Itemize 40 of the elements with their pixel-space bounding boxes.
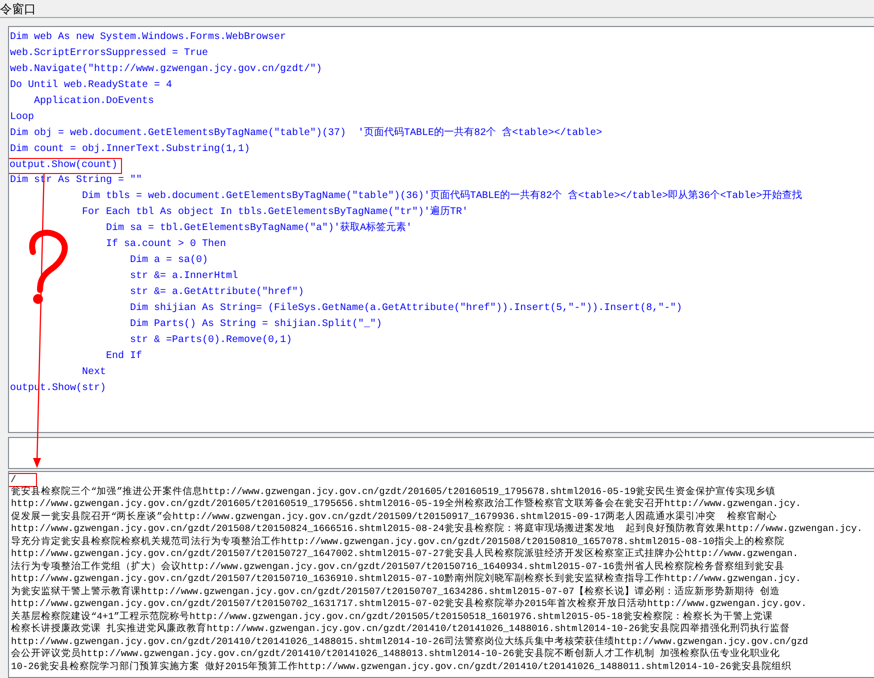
output-line: 检察长讲授廉政党课 扎实推进党风廉政教育http://www.gzwengan.jcy.gov.cn/gzdt/201410/t20141026_1488016.shtml2014-10-26瓮安县院四举措强化刑罚执行监督 [11,623,790,636]
output-line: http://www.gzwengan.jcy.gov.cn/gzdt/201605/t20160519_1795656.shtml2016-05-19全州检察政治工作暨检察官文联筹备会在瓮安召开http://www.gzwengan.jcy. [11,498,802,510]
question-mark-drawing [29,230,68,293]
code-line: Next [82,367,106,379]
code-line: Dim Parts() As String = shijian.Split("_") [130,319,382,331]
output-line: 导充分肯定瓮安县检察院检察机关规范司法行为专项整治工作http://www.gzwengan.jcy.gov.cn/gzdt/201508/t20150810_1657078.shtml2015-08-10指尖上的检察院 [11,536,784,548]
output-line: http://www.gzwengan.jcy.gov.cn/gzdt/201507/t20150710_1636910.shtml2015-07-10黔南州院刘晓军副检察长到瓮安监狱检查指导工作http://www.gzwengan.jcy. [11,573,802,586]
output-line: http://www.gzwengan.jcy.gov.cn/gzdt/201507/t20150702_1631717.shtml2015-07-02瓮安县检察院举办2015年首次检察开放日活动http://www.gzwengan.jcy.gov. [11,598,807,610]
output-line: 会公开评议党员http://www.gzwengan.jcy.gov.cn/gzdt/201410/t20141026_1488013.shtml2014-10-26瓮安县院不断创新人才工作机制 加强检察队伍专业化职业化 [11,648,780,660]
output-line: 为瓮安监狱干警上警示教育课http://www.gzwengan.jcy.gov.cn/gzdt/201507/t20150707_1634286.shtml2015-07-07【检察长说】谭必刚：适应新形势新期待 创造 [11,586,780,598]
code-editor[interactable] [8,26,874,433]
output-line: 10-26瓮安县检察院学习部门预算实施方案 做好2015年预算工作http://www.gzwengan.jcy.gov.cn/gzdt/201410/t20141026_1488011.shtml2014-10-26瓮安县院组织 [11,660,792,673]
output-line: 法行为专项整治工作党组（扩大）会议http://www.gzwengan.jcy.gov.cn/gzdt/201507/t20150716_1640934.shtml2015-07-16贵州省人民检察院检务督察组到瓮安县 [11,560,784,573]
code-line: Dim a = sa(0) [130,255,208,267]
output-line: 关基层检察院建设“4+1”工程示范院称号http://www.gzwengan.jcy.gov.cn/gzdt/201505/t20150518_1601976.shtml2015-05-18瓮安检察院：检察长为干警上党课 [11,610,773,622]
code-line: End If [106,351,142,363]
output-line: http://www.gzwengan.jcy.gov.cn/gzdt/201508/t20150824_1666516.shtml2015-08-24瓮安县检察院：将庭审现场搬进案发地 起到良好预防教育效果http://www.gzwengan.jcy. [11,523,862,536]
code-line: Dim web As new System.Windows.Forms.WebBrowser [10,32,286,44]
input-field[interactable] [8,437,874,469]
code-line: str & =Parts(0).Remove(0,1) [130,335,292,347]
code-line: If sa.count > 0 Then [106,239,226,251]
code-line: Dim tbls = web.document.GetElementsByTagName("table")(36)'页面代码TABLE的一共有82个 含<table></table>即从第36个<Table>开始查找 [82,191,802,203]
code-line: str &= a.InnerHtml [130,271,238,283]
window-title: 令窗口 [0,1,36,18]
code-line: Dim shijian As String= (FileSys.GetName(a.GetAttribute("href")).Insert(5,"-")).Insert(8,"-") [130,303,682,315]
output-line: 促发展一瓮安县院召开“两长座谈”会http://www.gzwengan.jcy.gov.cn/gzdt/201509/t20150917_1679936.shtml2015-09-17两老人因疏通水渠引冲突 检察官耐心 [11,510,778,522]
output-line: http://www.gzwengan.jcy.gov.cn/gzdt/201410/t20141026_1488015.shtml2014-10-26司法警察岗位大练兵集中考核荣获佳绩http://www.gzwengan.jcy.gov.cn/gzd [11,636,808,648]
code-line: Application.DoEvents [34,96,154,108]
code-line: Loop [10,112,34,124]
code-line: Dim obj = web.document.GetElementsByTagName("table")(37) '页面代码TABLE的一共有82个 含<table></table> [10,128,602,140]
code-line: str &= a.GetAttribute("href") [130,287,304,299]
output-line: http://www.gzwengan.jcy.gov.cn/gzdt/201507/t20150727_1647002.shtml2015-07-27瓮安县人民检察院派驻经济开发区检察室正式挂牌办公http://www.gzwengan. [11,548,798,560]
code-line: web.ScriptErrorsSuppressed = True [10,48,208,60]
code-line: Do Until web.ReadyState = 4 [10,80,172,92]
code-line: For Each tbl As object In tbls.GetElementsByTagName("tr")'遍历TR' [82,207,468,219]
output-line: 瓮安县检察院三个“加强”推进公开案件信息http://www.gzwengan.jcy.gov.cn/gzdt/201605/t20160519_1795678.shtml2016-05-19瓮安民生资金保护宣传实现乡镇 [11,486,776,498]
code-line: web.Navigate("http://www.gzwengan.jcy.gov.cn/gzdt/") [10,64,322,76]
code-line: Dim sa = tbl.GetElementsByTagName("a")'获取A标签元素' [106,223,412,235]
dot-drawing [33,294,43,304]
code-line: Dim count = obj.InnerText.Substring(1,1) [10,144,250,156]
